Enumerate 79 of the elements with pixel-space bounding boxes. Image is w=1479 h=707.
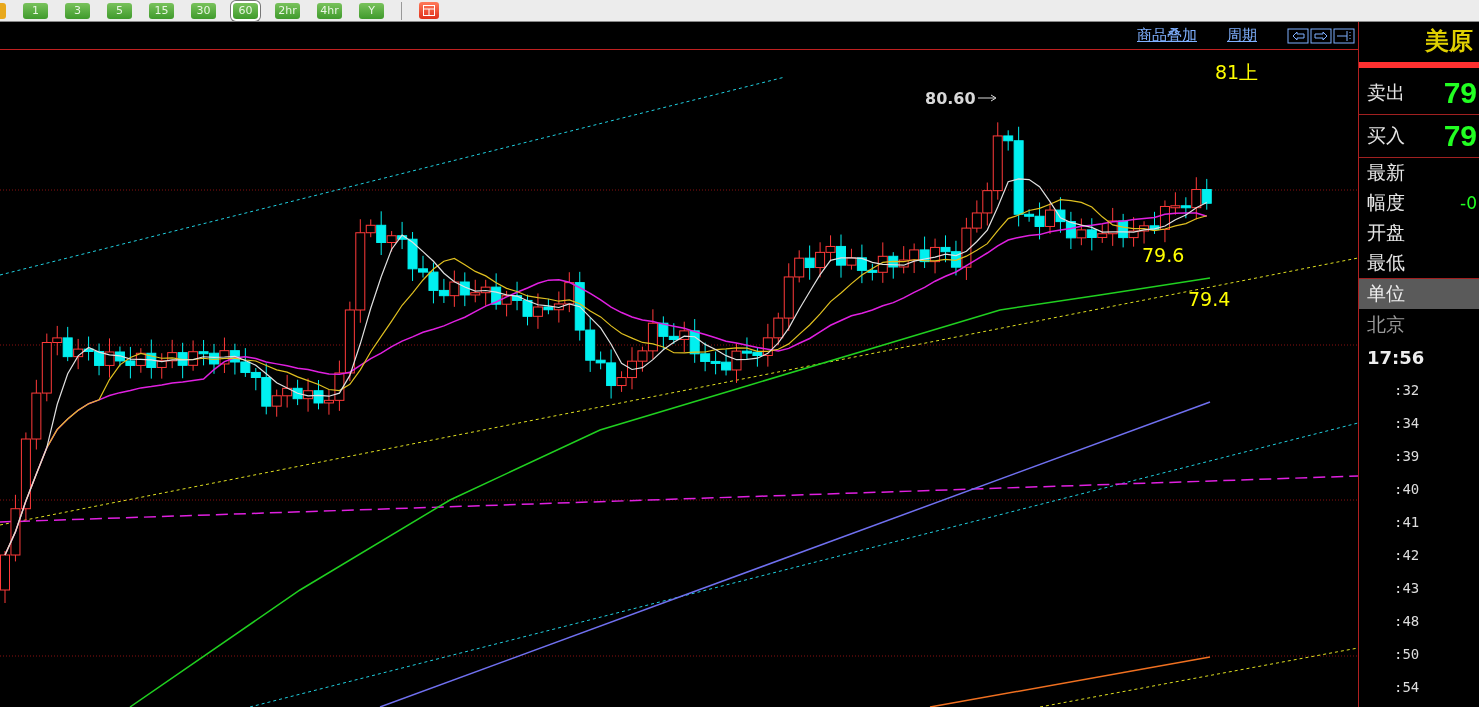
period-button[interactable]: 5 bbox=[107, 2, 132, 19]
tick-time: :48 bbox=[1393, 611, 1421, 631]
tick-time: :54 bbox=[1393, 677, 1421, 697]
tick-time: :39 bbox=[1393, 446, 1421, 466]
chart-link[interactable]: 周期 bbox=[1227, 26, 1257, 45]
candlestick bbox=[1055, 196, 1066, 234]
quote-value: 79 bbox=[1443, 76, 1477, 110]
period-button[interactable]: 60 bbox=[233, 2, 258, 19]
candlestick bbox=[73, 338, 84, 370]
instrument-title: 美原 bbox=[1424, 25, 1474, 57]
candlestick bbox=[209, 343, 219, 375]
candlestick bbox=[10, 494, 21, 562]
period-button[interactable]: 2hr bbox=[275, 2, 300, 19]
candlestick bbox=[804, 245, 815, 281]
quote-label: 幅度 bbox=[1367, 190, 1405, 215]
candlestick bbox=[522, 294, 533, 326]
candlestick bbox=[219, 337, 230, 374]
scroll-left-icon[interactable] bbox=[1287, 27, 1309, 44]
quote-label: 最新 bbox=[1367, 160, 1405, 185]
candlestick bbox=[919, 236, 930, 269]
candlestick bbox=[512, 281, 523, 311]
tick-time: :34 bbox=[1393, 413, 1421, 433]
candlestick bbox=[1045, 202, 1055, 235]
candlestick bbox=[480, 279, 491, 307]
candlestick bbox=[167, 339, 178, 369]
tick-time: :50 bbox=[1393, 644, 1421, 664]
level-label: 81上 bbox=[1215, 61, 1259, 83]
tick-time: :40 bbox=[1393, 479, 1421, 499]
period-button[interactable]: 30 bbox=[191, 2, 216, 19]
candlestick bbox=[815, 241, 826, 278]
tick-time: :42 bbox=[1393, 545, 1421, 565]
candlestick bbox=[930, 238, 941, 274]
candlestick bbox=[94, 343, 105, 376]
time-label: 17:56 bbox=[1366, 345, 1426, 370]
tick-time: :32 bbox=[1393, 380, 1421, 400]
candlestick bbox=[710, 350, 721, 375]
quote-label: 卖出 bbox=[1367, 80, 1405, 105]
scroll-right-icon[interactable] bbox=[1310, 27, 1332, 44]
quote-label: 最低 bbox=[1367, 250, 1405, 275]
candlestick bbox=[313, 379, 324, 410]
level-label: 79.4 bbox=[1188, 288, 1231, 310]
quote-value: -0 bbox=[1460, 193, 1477, 213]
candlestick bbox=[1118, 213, 1129, 248]
candlestick bbox=[188, 339, 199, 372]
tick-time: :43 bbox=[1393, 578, 1421, 598]
candlestick bbox=[282, 374, 293, 408]
candlestick bbox=[1128, 216, 1139, 248]
candlestick bbox=[198, 339, 209, 366]
quote-label: 开盘 bbox=[1367, 220, 1405, 245]
candlestick bbox=[1139, 220, 1150, 245]
candlestick bbox=[62, 326, 73, 362]
period-button[interactable]: 15 bbox=[149, 2, 174, 19]
price-label: 80.60 bbox=[925, 89, 976, 108]
candlestick bbox=[229, 343, 240, 375]
candlestick bbox=[303, 378, 314, 413]
chart-link[interactable]: 商品叠加 bbox=[1137, 26, 1197, 45]
candlestick bbox=[1076, 218, 1087, 246]
grid-icon[interactable] bbox=[419, 2, 439, 19]
candlestick bbox=[1065, 211, 1076, 250]
period-button[interactable]: 1 bbox=[23, 2, 48, 19]
candlestick bbox=[292, 379, 303, 406]
candlestick bbox=[898, 245, 909, 274]
period-button[interactable]: 4hr bbox=[317, 2, 342, 19]
candlestick bbox=[177, 342, 188, 379]
candlestick bbox=[31, 379, 42, 451]
candlestick bbox=[1201, 178, 1212, 211]
city-label: 北京 bbox=[1366, 312, 1406, 337]
quote-label: 买入 bbox=[1367, 123, 1405, 148]
tick-time: :41 bbox=[1393, 512, 1421, 532]
candlestick bbox=[940, 234, 951, 263]
arrow-icon bbox=[977, 94, 997, 102]
quote-label: 单位 bbox=[1359, 278, 1479, 309]
candlestick bbox=[83, 336, 94, 362]
period-button[interactable]: 3 bbox=[65, 2, 90, 19]
quote-value: 79 bbox=[1443, 119, 1477, 153]
candlestick bbox=[240, 347, 251, 378]
level-label: 79.6 bbox=[1142, 244, 1185, 266]
period-button[interactable]: Y bbox=[359, 2, 384, 19]
candlestick bbox=[909, 242, 920, 274]
